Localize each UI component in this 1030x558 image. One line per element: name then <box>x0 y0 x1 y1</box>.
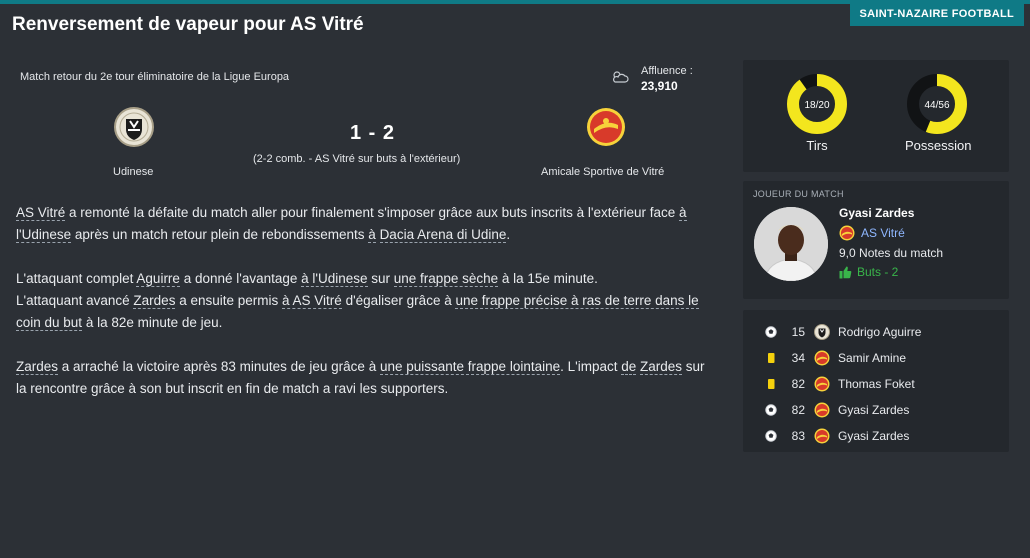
yellow-card-icon <box>765 378 777 390</box>
report-paragraph-4: Zardes a arraché la victoire après 83 mi… <box>16 359 705 396</box>
event-minute: 82 <box>791 403 805 417</box>
stat-possession[interactable]: 44/56 Possession <box>905 72 972 153</box>
link-a[interactable]: à <box>368 227 376 243</box>
potm-rating-label: Notes du match <box>859 246 944 260</box>
link-aguirre[interactable]: Aguirre <box>136 271 180 287</box>
vitre-crest-icon <box>814 428 830 444</box>
thumbs-up-icon <box>839 266 852 278</box>
match-panel: Match retour du 2e tour éliminatoire de … <box>0 56 731 558</box>
link-zardes-2[interactable]: Zardes <box>16 359 59 375</box>
potm-goals: Buts - 2 <box>839 265 898 279</box>
shots-donut: 18/20 <box>787 74 847 134</box>
event-minute: 34 <box>791 351 805 365</box>
report-paragraph-2: L'attaquant complet Aguirre a donné l'av… <box>16 271 598 287</box>
potm-rating-value: 9,0 <box>839 246 856 260</box>
link-stadium[interactable]: Dacia Arena di Udine <box>379 227 507 243</box>
potm-club-name: AS Vitré <box>861 226 905 240</box>
event-row[interactable]: 82 Thomas Foket <box>743 374 1009 394</box>
event-player[interactable]: Gyasi Zardes <box>838 429 909 443</box>
event-minute: 83 <box>791 429 805 443</box>
link-udinese-2[interactable]: à l'Udinese <box>301 271 368 287</box>
link-as-vitre-2[interactable]: à AS Vitré <box>282 293 342 309</box>
report-paragraph-1: AS Vitré a remonté la défaite du match a… <box>16 205 687 243</box>
link-zardes[interactable]: Zardes <box>133 293 176 309</box>
event-player[interactable]: Gyasi Zardes <box>838 403 909 417</box>
stats-panel: 18/20 Tirs 44/56 Possession <box>743 60 1009 172</box>
event-row[interactable]: 83 Gyasi Zardes <box>743 426 1009 446</box>
competition-label[interactable]: Match retour du 2e tour éliminatoire de … <box>20 71 289 83</box>
attendance-label: Affluence : <box>641 65 693 77</box>
event-player[interactable]: Rodrigo Aguirre <box>838 325 921 339</box>
link-de[interactable]: de <box>621 359 637 375</box>
link-zardes-3[interactable]: Zardes <box>640 359 683 375</box>
udinese-crest[interactable] <box>114 107 154 147</box>
final-score: 1 - 2 <box>350 122 396 144</box>
potm-goals-text: Buts - 2 <box>857 265 899 279</box>
event-player[interactable]: Samir Amine <box>838 351 906 365</box>
potm-header: JOUEUR DU MATCH <box>753 189 844 199</box>
away-team-name[interactable]: Amicale Sportive de Vitré <box>541 166 664 178</box>
ball-icon <box>765 430 777 442</box>
ball-icon <box>765 326 777 338</box>
shots-value: 18/20 <box>804 100 829 111</box>
club-tag[interactable]: SAINT-NAZAIRE FOOTBALL <box>849 3 1024 26</box>
potm-rating: 9,0 Notes du match <box>839 246 943 260</box>
aggregate-note: (2-2 comb. - AS Vitré sur buts à l'extér… <box>253 153 461 165</box>
match-events-panel: 15 Rodrigo Aguirre 34 Samir Amine 82 Thomas F… <box>743 310 1009 452</box>
udinese-crest-icon <box>814 324 830 340</box>
page-title: Renversement de vapeur pour AS Vitré <box>12 14 364 35</box>
vitre-crest-icon <box>814 376 830 392</box>
home-team-name[interactable]: Udinese <box>113 166 153 178</box>
attendance-value: 23,910 <box>641 79 678 93</box>
possession-label: Possession <box>905 138 972 153</box>
vitre-crest[interactable] <box>586 107 626 147</box>
player-avatar-icon <box>754 207 828 281</box>
event-minute: 82 <box>791 377 805 391</box>
possession-value: 44/56 <box>924 100 949 111</box>
link-frappe-seche[interactable]: une frappe sèche <box>393 271 499 287</box>
possession-donut: 44/56 <box>907 74 967 134</box>
yellow-card-icon <box>765 352 777 364</box>
event-row[interactable]: 34 Samir Amine <box>743 348 1009 368</box>
link-frappe-lointaine[interactable]: une puissante frappe lointaine <box>379 359 561 375</box>
cloud-sun-icon <box>613 71 629 83</box>
ball-icon <box>765 404 777 416</box>
event-minute: 15 <box>791 325 805 339</box>
vitre-crest-icon <box>814 350 830 366</box>
event-row[interactable]: 82 Gyasi Zardes <box>743 400 1009 420</box>
event-row[interactable]: 15 Rodrigo Aguirre <box>743 322 1009 342</box>
potm-club[interactable]: AS Vitré <box>839 225 905 241</box>
event-player[interactable]: Thomas Foket <box>838 377 915 391</box>
player-of-match-panel: JOUEUR DU MATCH Gyasi Zardes AS Vitré 9,… <box>743 181 1009 299</box>
potm-name[interactable]: Gyasi Zardes <box>839 206 914 220</box>
stat-shots[interactable]: 18/20 Tirs <box>785 72 849 153</box>
vitre-crest-icon <box>814 402 830 418</box>
match-report: AS Vitré a remonté la défaite du match a… <box>16 202 716 422</box>
link-as-vitre[interactable]: AS Vitré <box>16 205 66 221</box>
shots-label: Tirs <box>806 138 828 153</box>
player-photo[interactable] <box>754 207 828 281</box>
report-paragraph-3: L'attaquant avancé Zardes a ensuite perm… <box>16 293 699 331</box>
vitre-crest-icon <box>839 225 855 241</box>
